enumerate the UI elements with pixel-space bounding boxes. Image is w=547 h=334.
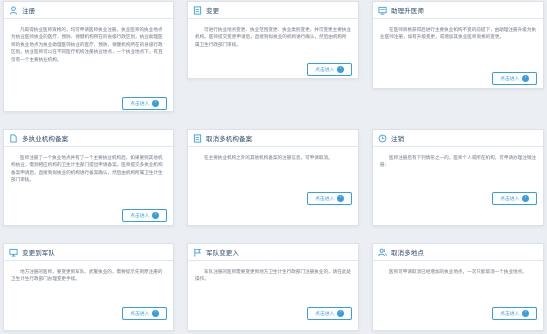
person-icon <box>9 5 18 15</box>
card-change: 变更 可进行执业地点变更、执业范围变更、执业类别变更，并可变更主要执业机构。医师… <box>187 1 359 79</box>
card-header: 军队变更入 <box>188 244 358 261</box>
enter-button[interactable]: 点击进入 › <box>492 192 537 205</box>
arrow-right-icon: › <box>522 310 529 317</box>
card-change-to-military: 变更到军队 地方注册的医师，要变更到军队、武警执业的，需要提示先到原注册的卫生计… <box>3 243 174 331</box>
card-description: 军队注册的医师需要变更到地方卫生计生行政部门注册执业的，请在此处操作。 <box>195 269 351 282</box>
enter-button[interactable]: 点击进入 › <box>307 307 352 320</box>
certificate-icon <box>378 6 387 15</box>
arrow-right-icon: › <box>337 310 344 317</box>
enter-button-label: 点击进入 <box>500 77 520 82</box>
arrow-right-icon: › <box>337 195 344 202</box>
card-title: 取消多机构备案 <box>206 136 253 143</box>
people-icon <box>378 248 387 256</box>
card-description: 在主要执业机构之外的其他机构备案的注册信息，可申请取消。 <box>204 155 333 160</box>
card-title: 变更 <box>206 8 220 15</box>
arrow-right-icon: › <box>337 66 344 73</box>
enter-button-label: 点击进入 <box>315 312 335 317</box>
card-description: 医师注册后有下列情形之一的，医师个人或所在机构，可申请办理注销注册： <box>380 155 536 168</box>
card-header: 取消多机构备案 <box>188 130 358 147</box>
card-header: 变更到军队 <box>4 244 173 261</box>
file-icon <box>10 133 17 143</box>
enter-button-label: 点击进入 <box>315 197 335 202</box>
card-title: 取消多地点 <box>391 250 424 257</box>
card-header: 助理升医师 <box>373 2 543 19</box>
arrow-right-icon: › <box>522 195 529 202</box>
enter-button-label: 点击进入 <box>500 312 520 317</box>
card-title: 多执业机构备案 <box>22 136 69 143</box>
card-title: 变更到军队 <box>22 250 55 257</box>
enter-button[interactable]: 点击进入 › <box>307 192 352 205</box>
enter-button[interactable]: 点击进入 › <box>492 72 537 85</box>
clock-icon <box>378 134 387 142</box>
card-military-change-in: 军队变更入 军队注册的医师需要变更到地方卫生计生行政部门注册执业的，请在此处操作… <box>187 243 359 331</box>
card-cancel-multi-institution: 取消多机构备案 在主要执业机构之外的其他机构备案的注册信息，可申请取消。 点击进… <box>187 129 359 226</box>
enter-button[interactable]: 点击进入 › <box>307 63 352 76</box>
card-registration: 注册 凡取得执业医师资格的，均可申请医师执业注册。执业医师的执业地点为执业医师执… <box>3 1 174 112</box>
enter-button-label: 点击进入 <box>500 197 520 202</box>
card-header: 取消多地点 <box>373 244 543 261</box>
enter-button-label: 点击进入 <box>130 312 150 317</box>
document-icon <box>193 5 202 15</box>
document-icon <box>193 133 202 143</box>
arrow-right-icon: › <box>522 75 529 82</box>
enter-button-label: 点击进入 <box>315 68 335 73</box>
card-cancel-multi-location: 取消多地点 医师可申请取消已经增加的执业地点，一次只能取消一个执业地点。 点击进… <box>372 243 544 331</box>
card-assistant-upgrade: 助理升医师 在医师资格获得后进行主要执业机构不变的前提下，由助理注册升级为执业医… <box>372 1 544 89</box>
card-header: 注销 <box>373 130 543 147</box>
card-header: 多执业机构备案 <box>4 130 173 147</box>
screen-icon <box>9 248 18 257</box>
arrow-right-icon: › <box>152 100 159 107</box>
card-description: 医师注册了一个执业地点并有了一个主要执业机构后，如果要到其他机构执业，需到相应机… <box>11 155 163 183</box>
enter-button[interactable]: 点击进入 › <box>492 307 537 320</box>
enter-button[interactable]: 点击进入 › <box>122 209 167 222</box>
card-description: 在医师资格获得后进行主要执业机构不变的前提下，由助理注册升级为执业医师注册，如有… <box>380 27 536 40</box>
card-title: 助理升医师 <box>391 8 424 15</box>
card-description: 地方注册的医师，要变更到军队、武警执业的，需要提示先到原注册的卫生计生行政部门办… <box>11 269 163 282</box>
enter-button-label: 点击进入 <box>130 214 150 219</box>
card-title: 注册 <box>22 8 36 15</box>
enter-button[interactable]: 点击进入 › <box>122 97 167 110</box>
card-title: 注销 <box>391 136 405 143</box>
arrow-right-icon: › <box>152 310 159 317</box>
enter-button-label: 点击进入 <box>130 102 150 107</box>
card-description: 凡取得执业医师资格的，均可申请医师执业注册。执业医师的执业地点为执业医师执业的医… <box>11 27 163 62</box>
card-header: 变更 <box>188 2 358 19</box>
card-description: 医师可申请取消已经增加的执业地点，一次只能取消一个执业地点。 <box>389 269 527 274</box>
card-header: 注册 <box>4 2 173 19</box>
card-multi-institution-filing: 多执业机构备案 医师注册了一个执业地点并有了一个主要执业机构后，如果要到其他机构… <box>3 129 174 226</box>
flag-icon <box>194 248 202 257</box>
card-description: 可进行执业地点变更、执业范围变更、执业类别变更，并可变更主要执业机构。医师提交变… <box>195 27 351 47</box>
card-deregistration: 注销 医师注册后有下列情形之一的，医师个人或所在机构，可申请办理注销注册： 点击… <box>372 129 544 226</box>
arrow-right-icon: › <box>152 212 159 219</box>
card-title: 军队变更入 <box>206 250 239 257</box>
enter-button[interactable]: 点击进入 › <box>122 307 167 320</box>
